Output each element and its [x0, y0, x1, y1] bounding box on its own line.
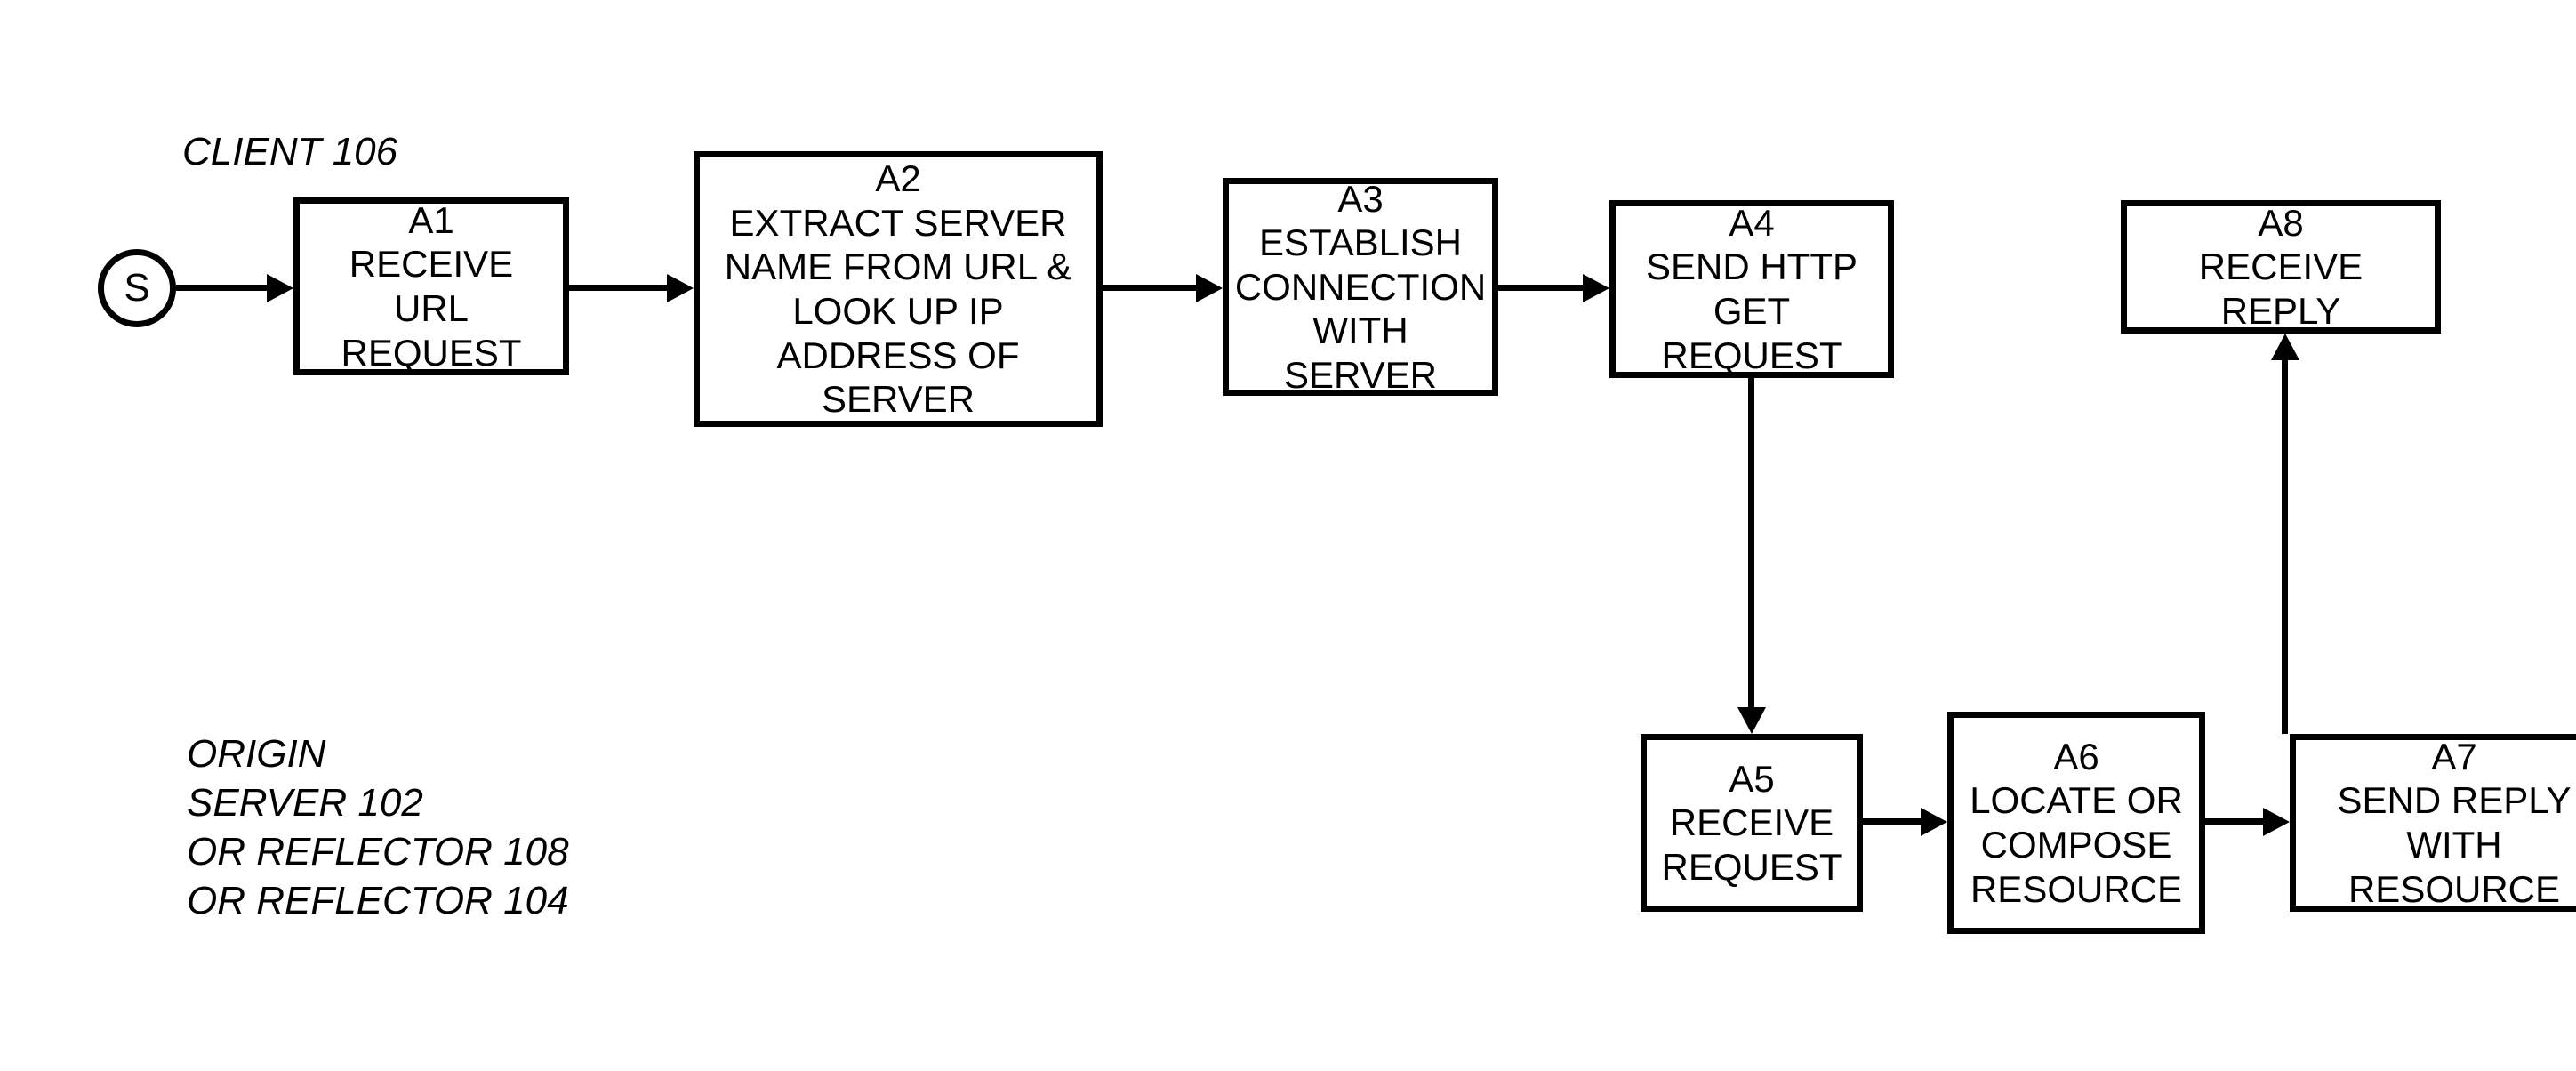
step-a7-text: SEND REPLY WITH RESOURCE	[2308, 778, 2576, 911]
step-a4-content: A4 SEND HTTP GET REQUEST	[1628, 201, 1875, 377]
arrow-a3-a4-line	[1498, 285, 1583, 291]
arrow-s-a1-head	[267, 274, 293, 302]
arrow-a2-a3-head	[1196, 274, 1223, 302]
step-a5-code: A5	[1659, 757, 1844, 801]
origin-label: ORIGIN SERVER 102 OR REFLECTOR 108 OR RE…	[187, 729, 569, 925]
step-a2: A2 EXTRACT SERVER NAME FROM URL & LOOK U…	[694, 151, 1103, 427]
step-a6-text: LOCATE OR COMPOSE RESOURCE	[1966, 778, 2187, 911]
step-a2-text: EXTRACT SERVER NAME FROM URL & LOOK UP I…	[712, 201, 1084, 422]
step-a3-text: ESTABLISH CONNECTION WITH SERVER	[1235, 221, 1486, 397]
origin-line4: OR REFLECTOR 104	[187, 876, 569, 925]
arrow-a1-a2-line	[569, 285, 667, 291]
step-a8-code: A8	[2139, 201, 2422, 246]
step-a3-code: A3	[1235, 177, 1486, 221]
arrow-a4-a5-head	[1737, 707, 1766, 734]
arrow-a7-a8-head	[2271, 334, 2299, 360]
step-a3-content: A3 ESTABLISH CONNECTION WITH SERVER	[1235, 177, 1486, 398]
arrow-a3-a4-head	[1583, 274, 1609, 302]
step-a8-text: RECEIVE REPLY	[2139, 245, 2422, 333]
step-a2-content: A2 EXTRACT SERVER NAME FROM URL & LOOK U…	[712, 157, 1084, 421]
origin-line2: SERVER 102	[187, 778, 569, 827]
origin-line1: ORIGIN	[187, 729, 569, 778]
step-a3: A3 ESTABLISH CONNECTION WITH SERVER	[1223, 178, 1498, 396]
client-label: CLIENT 106	[182, 129, 397, 176]
arrow-a7-a8-line	[2282, 360, 2288, 734]
arrow-a4-a5-line	[1748, 378, 1754, 707]
step-a1-code: A1	[312, 198, 550, 243]
step-a7-content: A7 SEND REPLY WITH RESOURCE	[2308, 735, 2576, 911]
arrow-s-a1-line	[176, 285, 267, 291]
step-a1: A1 RECEIVE URL REQUEST	[293, 197, 569, 375]
step-a1-content: A1 RECEIVE URL REQUEST	[312, 198, 550, 374]
start-text: S	[124, 266, 149, 310]
step-a8: A8 RECEIVE REPLY	[2121, 200, 2441, 334]
arrow-a6-a7-head	[2263, 808, 2290, 836]
step-a6-content: A6 LOCATE OR COMPOSE RESOURCE	[1966, 735, 2187, 911]
arrow-a1-a2-head	[667, 274, 694, 302]
step-a7-code: A7	[2308, 735, 2576, 779]
step-a4: A4 SEND HTTP GET REQUEST	[1609, 200, 1894, 378]
step-a8-content: A8 RECEIVE REPLY	[2139, 201, 2422, 334]
step-a5: A5 RECEIVE REQUEST	[1641, 734, 1863, 912]
arrow-a6-a7-line	[2205, 818, 2263, 825]
step-a1-text: RECEIVE URL REQUEST	[312, 242, 550, 374]
step-a5-text: RECEIVE REQUEST	[1659, 801, 1844, 889]
step-a6-code: A6	[1966, 735, 2187, 779]
arrow-a5-a6-head	[1921, 808, 1947, 836]
step-a7: A7 SEND REPLY WITH RESOURCE	[2290, 734, 2576, 912]
arrow-a2-a3-line	[1103, 285, 1196, 291]
step-a5-content: A5 RECEIVE REQUEST	[1659, 757, 1844, 890]
step-a2-code: A2	[712, 157, 1084, 201]
start-node: S	[98, 249, 176, 327]
step-a6: A6 LOCATE OR COMPOSE RESOURCE	[1947, 712, 2205, 934]
arrow-a5-a6-line	[1863, 818, 1921, 825]
step-a4-code: A4	[1628, 201, 1875, 246]
origin-line3: OR REFLECTOR 108	[187, 827, 569, 876]
step-a4-text: SEND HTTP GET REQUEST	[1628, 245, 1875, 377]
